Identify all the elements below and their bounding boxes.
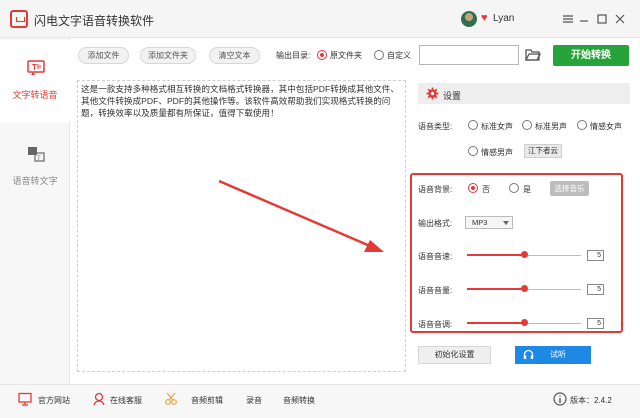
audio-convert-link[interactable]: 音频转换 [283, 395, 315, 406]
customer-service-icon [93, 392, 105, 406]
volume-slider-knob[interactable] [521, 285, 528, 292]
output-custom-radio[interactable] [374, 50, 384, 60]
voice-emo-male-label: 情感男声 [481, 148, 513, 157]
bg-no-label: 否 [482, 185, 490, 194]
speed-slider-knob[interactable] [521, 251, 528, 258]
voice-emo-female-radio[interactable] [577, 120, 587, 130]
pitch-label: 语音音调: [418, 320, 453, 329]
speed-label: 语音音速: [418, 252, 453, 261]
volume-label: 语音音量: [418, 286, 453, 295]
format-label: 输出格式: [418, 219, 453, 228]
pitch-slider-knob[interactable] [521, 319, 528, 326]
official-site-link[interactable]: 官方网站 [38, 395, 70, 406]
version-text: 版本：2.4.2 [570, 396, 612, 405]
clear-text-button[interactable]: 清空文本 [209, 47, 260, 64]
info-icon [553, 392, 567, 406]
bg-label: 语音背景: [418, 185, 453, 194]
voice-std-female-radio[interactable] [468, 120, 478, 130]
username[interactable]: Lyan [493, 13, 514, 24]
text-input-area[interactable]: 这是一款支持多种格式相互转换的文档格式转换器，其中包括PDF转换成其他文件、其他… [77, 80, 406, 372]
monitor-icon [18, 392, 32, 406]
headphone-icon [523, 349, 534, 359]
svg-text:T: T [37, 156, 41, 162]
online-service-link[interactable]: 在线客服 [110, 395, 142, 406]
pitch-slider-fill [467, 322, 524, 324]
bg-yes-label: 是 [523, 185, 531, 194]
voice-std-female-label: 标准女声 [481, 122, 513, 131]
volume-slider-fill [467, 288, 524, 290]
listen-button-label: 试听 [550, 350, 566, 359]
maximize-icon[interactable] [596, 13, 608, 25]
start-convert-button[interactable]: 开始转换 [553, 45, 629, 66]
audio-cut-icon [165, 392, 177, 405]
app-logo-icon [10, 10, 28, 28]
output-dir-label: 输出目录: [276, 51, 311, 60]
sidebar-item-text-to-speech[interactable]: T 文字转语音 [0, 40, 70, 122]
pitch-value-box[interactable]: 5 [587, 318, 604, 329]
bg-yes-radio[interactable] [509, 183, 519, 193]
add-folder-button[interactable]: 添加文件夹 [140, 47, 196, 64]
reset-settings-button[interactable]: 初始化设置 [418, 346, 491, 364]
sidebar-item-speech-to-text[interactable]: T 语音转文字 [0, 124, 70, 206]
minimize-icon[interactable] [578, 13, 590, 25]
speed-slider-fill [467, 254, 524, 256]
gear-icon [426, 87, 439, 100]
voice-emo-male-radio[interactable] [468, 146, 478, 156]
add-file-button[interactable]: 添加文件 [78, 47, 129, 64]
voice-more-button[interactable]: 江下者云 [524, 144, 562, 158]
voice-type-label: 语音类型: [418, 122, 453, 131]
format-select[interactable]: MP3 [465, 216, 513, 229]
voice-std-male-radio[interactable] [522, 120, 532, 130]
text-to-speech-icon: T [27, 60, 45, 75]
sidebar-item-label: 文字转语音 [12, 90, 58, 100]
speed-value-box[interactable]: 5 [587, 250, 604, 261]
output-original-radio[interactable] [317, 50, 327, 60]
output-path-input[interactable] [419, 45, 519, 65]
audio-cut-link[interactable]: 音频剪辑 [191, 395, 223, 406]
bg-no-radio[interactable] [468, 183, 478, 193]
close-icon[interactable] [614, 13, 626, 25]
folder-open-icon[interactable] [525, 47, 541, 62]
voice-emo-female-label: 情感女声 [590, 122, 622, 131]
speech-to-text-icon: T [28, 147, 45, 162]
vip-heart-icon: ♥ [481, 12, 488, 24]
choose-music-button[interactable]: 选择音乐 [550, 181, 589, 196]
output-custom-label: 自定义 [387, 51, 411, 60]
settings-title: 设置 [443, 91, 462, 101]
sidebar-item-label: 语音转文字 [12, 176, 58, 186]
output-original-label: 原文件夹 [330, 51, 362, 60]
avatar[interactable] [461, 11, 477, 27]
menu-icon[interactable] [562, 13, 574, 25]
volume-value-box[interactable]: 5 [587, 284, 604, 295]
record-link[interactable]: 录音 [246, 395, 262, 406]
voice-std-male-label: 标准男声 [535, 122, 567, 131]
svg-text:T: T [32, 63, 37, 72]
app-title: 闪电文字语音转换软件 [34, 14, 155, 28]
